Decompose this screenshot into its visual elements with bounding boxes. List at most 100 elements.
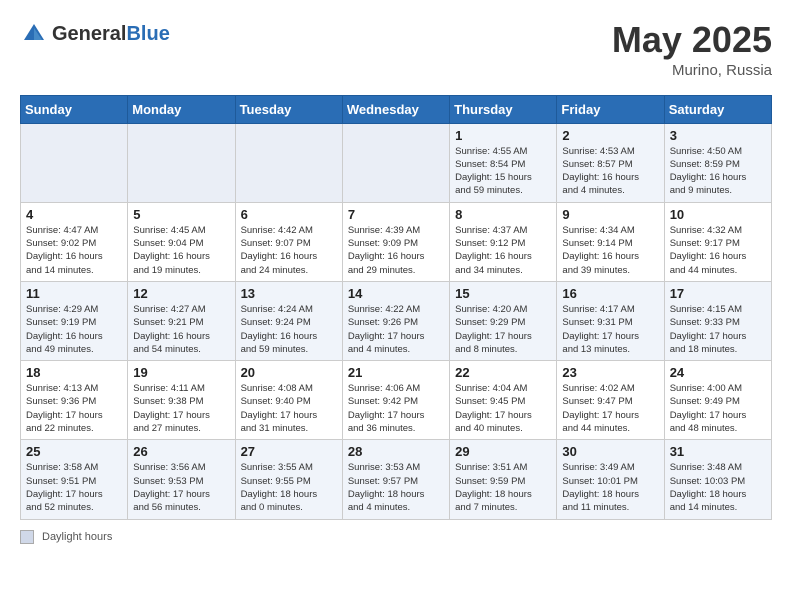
day-number: 2 bbox=[562, 128, 658, 143]
day-info: Sunrise: 4:37 AMSunset: 9:12 PMDaylight:… bbox=[455, 224, 551, 277]
table-row: 22 Sunrise: 4:04 AMSunset: 9:45 PMDayligh… bbox=[450, 361, 557, 440]
day-info: Sunrise: 4:42 AMSunset: 9:07 PMDaylight:… bbox=[241, 224, 337, 277]
weekday-header-tuesday: Tuesday bbox=[235, 95, 342, 123]
day-info: Sunrise: 4:15 AMSunset: 9:33 PMDaylight:… bbox=[670, 303, 766, 356]
day-number: 11 bbox=[26, 286, 122, 301]
day-number: 3 bbox=[670, 128, 766, 143]
weekday-header-wednesday: Wednesday bbox=[342, 95, 449, 123]
day-number: 28 bbox=[348, 444, 444, 459]
day-number: 10 bbox=[670, 207, 766, 222]
day-info: Sunrise: 4:11 AMSunset: 9:38 PMDaylight:… bbox=[133, 382, 229, 435]
day-info: Sunrise: 4:27 AMSunset: 9:21 PMDaylight:… bbox=[133, 303, 229, 356]
day-info: Sunrise: 4:22 AMSunset: 9:26 PMDaylight:… bbox=[348, 303, 444, 356]
table-row: 4 Sunrise: 4:47 AMSunset: 9:02 PMDaylight… bbox=[21, 202, 128, 281]
day-number: 30 bbox=[562, 444, 658, 459]
day-number: 6 bbox=[241, 207, 337, 222]
table-row: 18 Sunrise: 4:13 AMSunset: 9:36 PMDayligh… bbox=[21, 361, 128, 440]
table-row: 3 Sunrise: 4:50 AMSunset: 8:59 PMDaylight… bbox=[664, 123, 771, 202]
table-row: 28 Sunrise: 3:53 AMSunset: 9:57 PMDayligh… bbox=[342, 440, 449, 519]
weekday-header-row: SundayMondayTuesdayWednesdayThursdayFrid… bbox=[21, 95, 772, 123]
table-row: 2 Sunrise: 4:53 AMSunset: 8:57 PMDaylight… bbox=[557, 123, 664, 202]
day-number: 23 bbox=[562, 365, 658, 380]
day-number: 20 bbox=[241, 365, 337, 380]
table-row: 12 Sunrise: 4:27 AMSunset: 9:21 PMDayligh… bbox=[128, 281, 235, 360]
logo-icon bbox=[20, 20, 48, 48]
day-info: Sunrise: 3:48 AMSunset: 10:03 PMDaylight… bbox=[670, 461, 766, 514]
table-row bbox=[21, 123, 128, 202]
footer-legend-row: Daylight hours bbox=[20, 530, 772, 544]
table-row: 21Sunrise: 4:06 AMSunset: 9:42 PMDayligh… bbox=[342, 361, 449, 440]
calendar-table: SundayMondayTuesdayWednesdayThursdayFrid… bbox=[20, 95, 772, 520]
table-row: 23 Sunrise: 4:02 AMSunset: 9:47 PMDayligh… bbox=[557, 361, 664, 440]
day-number: 22 bbox=[455, 365, 551, 380]
table-row bbox=[342, 123, 449, 202]
day-number: 18 bbox=[26, 365, 122, 380]
day-number: 25 bbox=[26, 444, 122, 459]
weekday-header-saturday: Saturday bbox=[664, 95, 771, 123]
day-info: Sunrise: 4:08 AMSunset: 9:40 PMDaylight:… bbox=[241, 382, 337, 435]
day-info: Sunrise: 3:53 AMSunset: 9:57 PMDaylight:… bbox=[348, 461, 444, 514]
table-row: 8 Sunrise: 4:37 AMSunset: 9:12 PMDaylight… bbox=[450, 202, 557, 281]
month-year-title: May 2025 bbox=[612, 20, 772, 60]
weekday-header-friday: Friday bbox=[557, 95, 664, 123]
day-number: 8 bbox=[455, 207, 551, 222]
day-info: Sunrise: 4:39 AMSunset: 9:09 PMDaylight:… bbox=[348, 224, 444, 277]
day-number: 16 bbox=[562, 286, 658, 301]
table-row: 1 Sunrise: 4:55 AMSunset: 8:54 PMDaylight… bbox=[450, 123, 557, 202]
table-row: 26Sunrise: 3:56 AMSunset: 9:53 PMDayligh… bbox=[128, 440, 235, 519]
table-row bbox=[235, 123, 342, 202]
calendar-week-row: 4 Sunrise: 4:47 AMSunset: 9:02 PMDaylight… bbox=[21, 202, 772, 281]
table-row: 13Sunrise: 4:24 AMSunset: 9:24 PMDayligh… bbox=[235, 281, 342, 360]
day-info: Sunrise: 4:53 AMSunset: 8:57 PMDaylight:… bbox=[562, 145, 658, 198]
day-info: Sunrise: 4:50 AMSunset: 8:59 PMDaylight:… bbox=[670, 145, 766, 198]
day-info: Sunrise: 4:24 AMSunset: 9:24 PMDaylight:… bbox=[241, 303, 337, 356]
table-row: 30 Sunrise: 3:49 AMSunset: 10:01 PMDaylig… bbox=[557, 440, 664, 519]
logo-text-general: General bbox=[52, 23, 126, 45]
day-info: Sunrise: 3:58 AMSunset: 9:51 PMDaylight:… bbox=[26, 461, 122, 514]
day-info: Sunrise: 4:45 AMSunset: 9:04 PMDaylight:… bbox=[133, 224, 229, 277]
calendar-week-row: 11Sunrise: 4:29 AMSunset: 9:19 PMDayligh… bbox=[21, 281, 772, 360]
legend-box bbox=[20, 530, 34, 544]
table-row: 9Sunrise: 4:34 AMSunset: 9:14 PMDaylight… bbox=[557, 202, 664, 281]
day-number: 24 bbox=[670, 365, 766, 380]
weekday-header-monday: Monday bbox=[128, 95, 235, 123]
day-info: Sunrise: 4:55 AMSunset: 8:54 PMDaylight:… bbox=[455, 145, 551, 198]
day-number: 12 bbox=[133, 286, 229, 301]
day-info: Sunrise: 3:49 AMSunset: 10:01 PMDaylight… bbox=[562, 461, 658, 514]
day-info: Sunrise: 3:51 AMSunset: 9:59 PMDaylight:… bbox=[455, 461, 551, 514]
table-row: 16Sunrise: 4:17 AMSunset: 9:31 PMDayligh… bbox=[557, 281, 664, 360]
table-row: 10 Sunrise: 4:32 AMSunset: 9:17 PMDayligh… bbox=[664, 202, 771, 281]
day-info: Sunrise: 4:02 AMSunset: 9:47 PMDaylight:… bbox=[562, 382, 658, 435]
day-number: 17 bbox=[670, 286, 766, 301]
calendar-week-row: 1 Sunrise: 4:55 AMSunset: 8:54 PMDaylight… bbox=[21, 123, 772, 202]
location-subtitle: Murino, Russia bbox=[612, 62, 772, 79]
table-row: 31Sunrise: 3:48 AMSunset: 10:03 PMDaylig… bbox=[664, 440, 771, 519]
weekday-header-sunday: Sunday bbox=[21, 95, 128, 123]
legend-label: Daylight hours bbox=[42, 531, 112, 543]
calendar-week-row: 18 Sunrise: 4:13 AMSunset: 9:36 PMDayligh… bbox=[21, 361, 772, 440]
table-row: 29 Sunrise: 3:51 AMSunset: 9:59 PMDayligh… bbox=[450, 440, 557, 519]
day-info: Sunrise: 4:00 AMSunset: 9:49 PMDaylight:… bbox=[670, 382, 766, 435]
day-number: 29 bbox=[455, 444, 551, 459]
day-number: 9 bbox=[562, 207, 658, 222]
table-row: 27Sunrise: 3:55 AMSunset: 9:55 PMDayligh… bbox=[235, 440, 342, 519]
day-info: Sunrise: 4:04 AMSunset: 9:45 PMDaylight:… bbox=[455, 382, 551, 435]
day-info: Sunrise: 4:32 AMSunset: 9:17 PMDaylight:… bbox=[670, 224, 766, 277]
logo: GeneralBlue bbox=[20, 20, 170, 48]
table-row: 14 Sunrise: 4:22 AMSunset: 9:26 PMDayligh… bbox=[342, 281, 449, 360]
table-row: 5Sunrise: 4:45 AMSunset: 9:04 PMDaylight… bbox=[128, 202, 235, 281]
day-info: Sunrise: 4:20 AMSunset: 9:29 PMDaylight:… bbox=[455, 303, 551, 356]
table-row: 7Sunrise: 4:39 AMSunset: 9:09 PMDaylight… bbox=[342, 202, 449, 281]
day-info: Sunrise: 4:13 AMSunset: 9:36 PMDaylight:… bbox=[26, 382, 122, 435]
day-number: 14 bbox=[348, 286, 444, 301]
table-row: 15Sunrise: 4:20 AMSunset: 9:29 PMDayligh… bbox=[450, 281, 557, 360]
day-number: 4 bbox=[26, 207, 122, 222]
day-number: 26 bbox=[133, 444, 229, 459]
day-number: 21 bbox=[348, 365, 444, 380]
table-row: 19Sunrise: 4:11 AMSunset: 9:38 PMDayligh… bbox=[128, 361, 235, 440]
day-info: Sunrise: 3:55 AMSunset: 9:55 PMDaylight:… bbox=[241, 461, 337, 514]
table-row: 24 Sunrise: 4:00 AMSunset: 9:49 PMDayligh… bbox=[664, 361, 771, 440]
day-number: 1 bbox=[455, 128, 551, 143]
day-info: Sunrise: 4:47 AMSunset: 9:02 PMDaylight:… bbox=[26, 224, 122, 277]
table-row: 25 Sunrise: 3:58 AMSunset: 9:51 PMDayligh… bbox=[21, 440, 128, 519]
